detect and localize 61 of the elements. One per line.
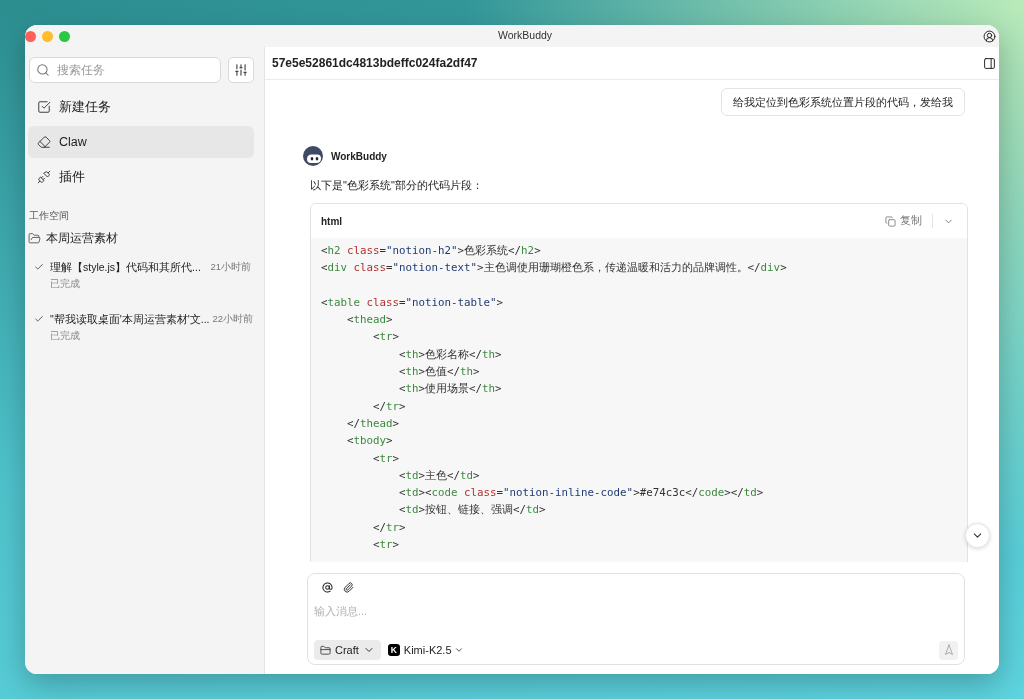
task-status: 已完成	[50, 330, 80, 342]
task-time: 22小时前	[211, 312, 254, 326]
task-title[interactable]: "帮我读取桌面'本周运营素材'文...	[50, 312, 210, 326]
mention-icon[interactable]	[322, 581, 333, 593]
assistant-name: WorkBuddy	[331, 149, 387, 164]
model-logo: K	[387, 644, 400, 656]
nav-item[interactable]: 新建任务	[28, 91, 254, 123]
code-line: <th>使用场景</th>	[398, 381, 502, 398]
message-input[interactable]: 输入消息...	[314, 603, 958, 619]
task-status: 已完成	[50, 278, 80, 290]
folder-name[interactable]: 本周运营素材	[46, 231, 118, 245]
nav-item[interactable]: Claw	[28, 126, 254, 158]
mode-dropdown[interactable]: Craft	[314, 640, 381, 660]
code-line: <tr>	[372, 329, 400, 346]
code-line: <td>按钮、链接、强调</td>	[398, 502, 546, 519]
window-title: WorkBuddy	[498, 28, 553, 44]
maximize-window-button[interactable]	[59, 30, 70, 42]
close-window-button[interactable]	[25, 30, 36, 42]
conversation-title: 57e5e52861dc4813bdeffc024fa2df47	[272, 55, 478, 72]
avatar-icon	[303, 146, 323, 166]
user-message: 给我定位到色彩系统位置片段的代码，发给我	[721, 88, 965, 116]
plug-icon	[37, 170, 51, 184]
code-line: </tr>	[372, 398, 406, 415]
code-line: <table class="notion-table">	[321, 294, 504, 311]
code-line: <h2 class="notion-h2">色彩系统</h2>	[321, 243, 541, 259]
eraser-icon	[37, 135, 51, 149]
user-icon[interactable]	[983, 29, 996, 43]
code-line: <tr>	[372, 537, 400, 554]
copy-icon	[885, 215, 896, 227]
code-language: html	[321, 214, 343, 229]
code-line: <td>主色</td>	[398, 467, 480, 484]
code-line: <tbody>	[346, 433, 393, 450]
toggle-panel-button[interactable]	[982, 56, 996, 70]
folder-icon	[28, 231, 41, 245]
filter-button[interactable]	[228, 57, 254, 83]
send-icon	[942, 644, 955, 656]
sliders-icon	[234, 63, 248, 77]
folder-icon	[320, 644, 331, 656]
task-time: 21小时前	[209, 260, 251, 274]
paperclip-icon[interactable]	[343, 581, 354, 593]
search-field[interactable]: 搜索任务	[29, 57, 221, 83]
panel-icon	[982, 56, 996, 70]
send-button[interactable]	[939, 640, 958, 660]
section-label: 工作空间	[29, 210, 69, 222]
scroll-down-button[interactable]	[965, 523, 990, 548]
code-line: <tr>	[372, 450, 400, 467]
model-dropdown[interactable]: Kimi-K2.5	[403, 641, 464, 659]
chevron-down-icon	[453, 645, 464, 655]
code-line: </thead>	[346, 415, 400, 432]
task-title[interactable]: 理解【style.js】代码和其所代...	[50, 260, 201, 274]
checkbox-icon	[37, 100, 51, 114]
code-line: <th>色彩名称</th>	[398, 346, 502, 363]
code-line: <div class="notion-text">主色调使用珊瑚橙色系，传递温暖和活力的品牌调性。</div>	[321, 260, 787, 277]
nav-item[interactable]: 插件	[28, 161, 254, 193]
code-line: <th>色值</th>	[398, 364, 480, 381]
code-line: <thead>	[346, 312, 393, 329]
code-line: </tr>	[372, 519, 406, 536]
copy-button[interactable]: 复制	[885, 213, 922, 229]
search-icon	[36, 63, 50, 77]
assistant-message: 以下是"色彩系统"部分的代码片段：	[310, 178, 483, 193]
code-line: <td><code class="notion-inline-code">#e74c3c</code></td>	[398, 485, 764, 502]
